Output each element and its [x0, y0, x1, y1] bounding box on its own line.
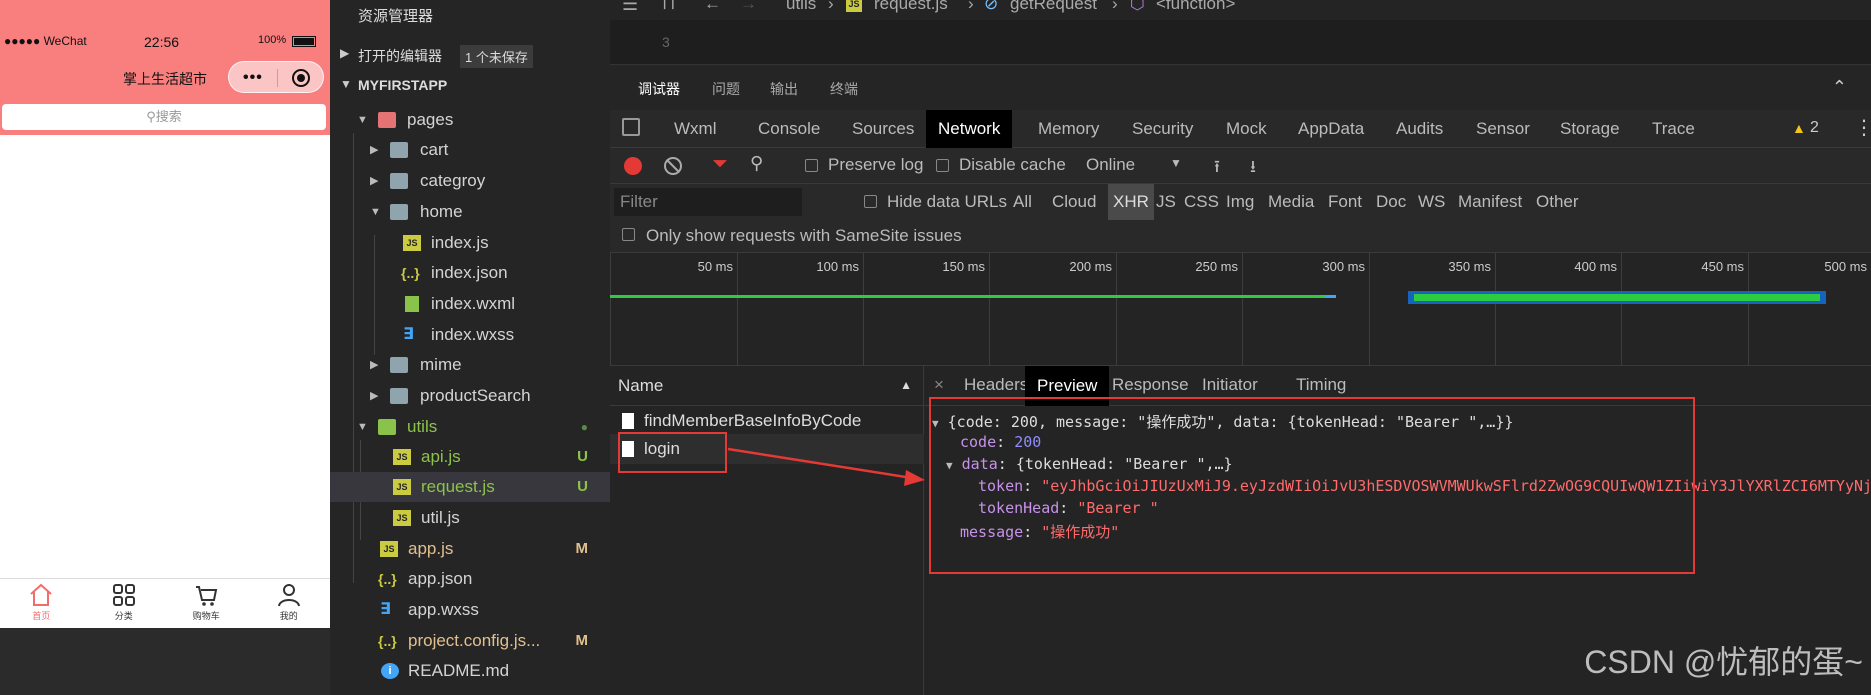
screenshot-root: ●●●●● WeChat 22:56 100% 掌上生活超市 ••• ⚲搜索 首… — [0, 0, 1871, 695]
annotation-arrow — [727, 447, 925, 486]
watermark: CSDN @忧郁的蛋~ — [1584, 644, 1863, 680]
